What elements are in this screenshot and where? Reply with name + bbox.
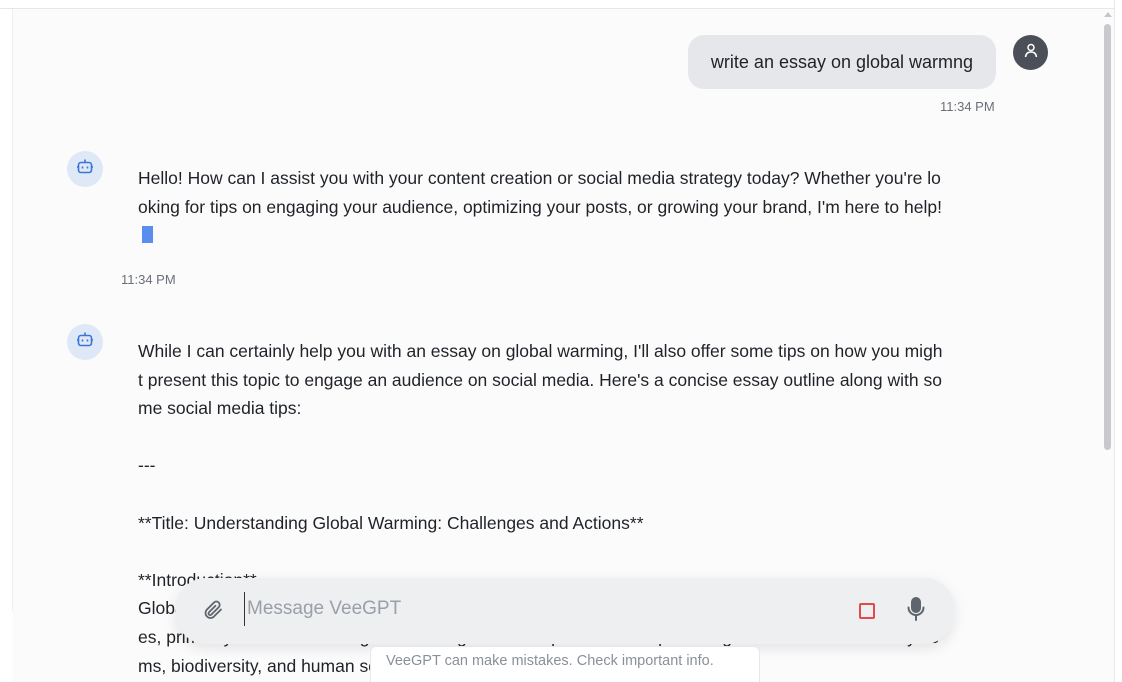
message-input[interactable] (244, 592, 827, 626)
user-icon (1024, 43, 1038, 63)
scrollbar-thumb[interactable] (1104, 24, 1111, 450)
streaming-cursor (142, 226, 153, 244)
user-avatar[interactable] (1013, 35, 1048, 70)
window-edge (1114, 0, 1122, 682)
robot-icon (76, 158, 94, 180)
microphone-icon (906, 596, 926, 627)
bot-message-1-text: Hello! How can I assist you with your co… (138, 168, 942, 217)
scroll-up-arrow-icon[interactable] (1104, 12, 1112, 17)
microphone-button[interactable] (904, 596, 928, 627)
user-message-text: write an essay on global warmng (710, 51, 974, 72)
user-message-bubble: write an essay on global warmng (688, 35, 996, 89)
bot-avatar (67, 324, 103, 360)
bot-avatar (67, 151, 103, 187)
user-message-time: 11:34 PM (940, 99, 995, 114)
stop-button[interactable] (856, 600, 878, 622)
bot-message-1-time: 11:34 PM (121, 272, 176, 287)
attach-button[interactable] (200, 599, 226, 625)
paperclip-icon (201, 598, 225, 627)
robot-icon (76, 331, 94, 353)
stop-square-icon (859, 603, 875, 619)
disclaimer-text: VeeGPT can make mistakes. Check importan… (386, 653, 714, 669)
disclaimer: VeeGPT can make mistakes. Check importan… (370, 646, 760, 682)
bot-message-1: Hello! How can I assist you with your co… (138, 164, 946, 250)
